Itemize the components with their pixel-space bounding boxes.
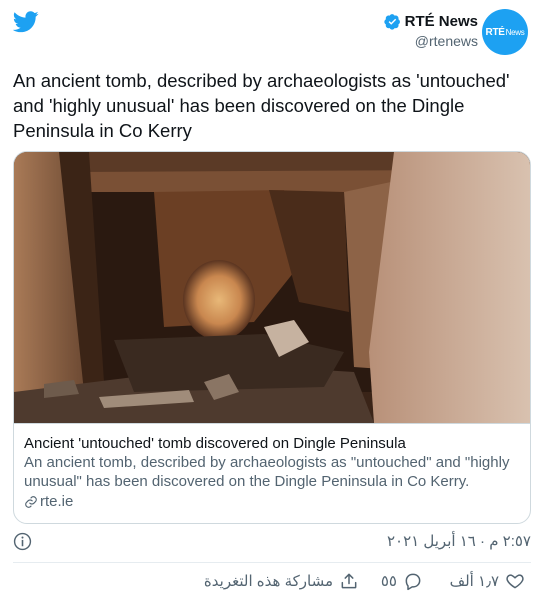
meta-row: ٢:٥٧ م · ١٦ أبريل ٢٠٢١ (13, 530, 531, 554)
twitter-bird-icon[interactable] (13, 11, 39, 33)
verified-badge-icon (383, 14, 400, 30)
reply-count: ٥٥ (380, 573, 397, 590)
info-icon[interactable] (13, 532, 32, 551)
share-upload-icon (341, 573, 357, 589)
timestamp[interactable]: ٢:٥٧ م · ١٦ أبريل ٢٠٢١ (387, 532, 531, 550)
reply-button[interactable]: ٥٥ (381, 571, 423, 591)
author-handle[interactable]: @rtenews (384, 33, 478, 49)
card-title[interactable]: Ancient 'untouched' tomb discovered on D… (24, 434, 522, 453)
like-count: ١٫٧ ألف (449, 573, 499, 590)
reply-bubble-icon (405, 573, 421, 591)
divider (13, 562, 531, 563)
tweet-header: RTÉ News @rtenews RTÉ News (0, 0, 538, 62)
author-block[interactable]: RTÉ News @rtenews (383, 13, 478, 49)
card-description: An ancient tomb, described by archaeolog… (24, 454, 510, 490)
card-domain: rte.ie (40, 493, 74, 510)
card-image[interactable] (14, 152, 531, 423)
avatar-text-bold: RTÉ (485, 26, 505, 38)
author-name[interactable]: RTÉ News (405, 13, 478, 30)
author-name-row: RTÉ News (383, 13, 478, 30)
card-domain-row[interactable]: rte.ie (24, 493, 522, 510)
action-bar: ١٫٧ ألف ٥٥ مشاركة هذه التغريدة (0, 568, 538, 596)
share-label: مشاركة هذه التغريدة (203, 573, 333, 590)
avatar-text-light: News (505, 27, 525, 37)
tweet-text: An ancient tomb, described by archaeolog… (13, 70, 510, 141)
heart-icon (506, 574, 524, 589)
link-icon (25, 495, 37, 508)
link-card[interactable]: Ancient 'untouched' tomb discovered on D… (13, 151, 531, 524)
share-button[interactable]: مشاركة هذه التغريدة (204, 571, 359, 591)
like-button[interactable]: ١٫٧ ألف (450, 571, 525, 591)
avatar[interactable]: RTÉ News (482, 9, 528, 55)
card-body[interactable]: Ancient 'untouched' tomb discovered on D… (14, 423, 530, 523)
